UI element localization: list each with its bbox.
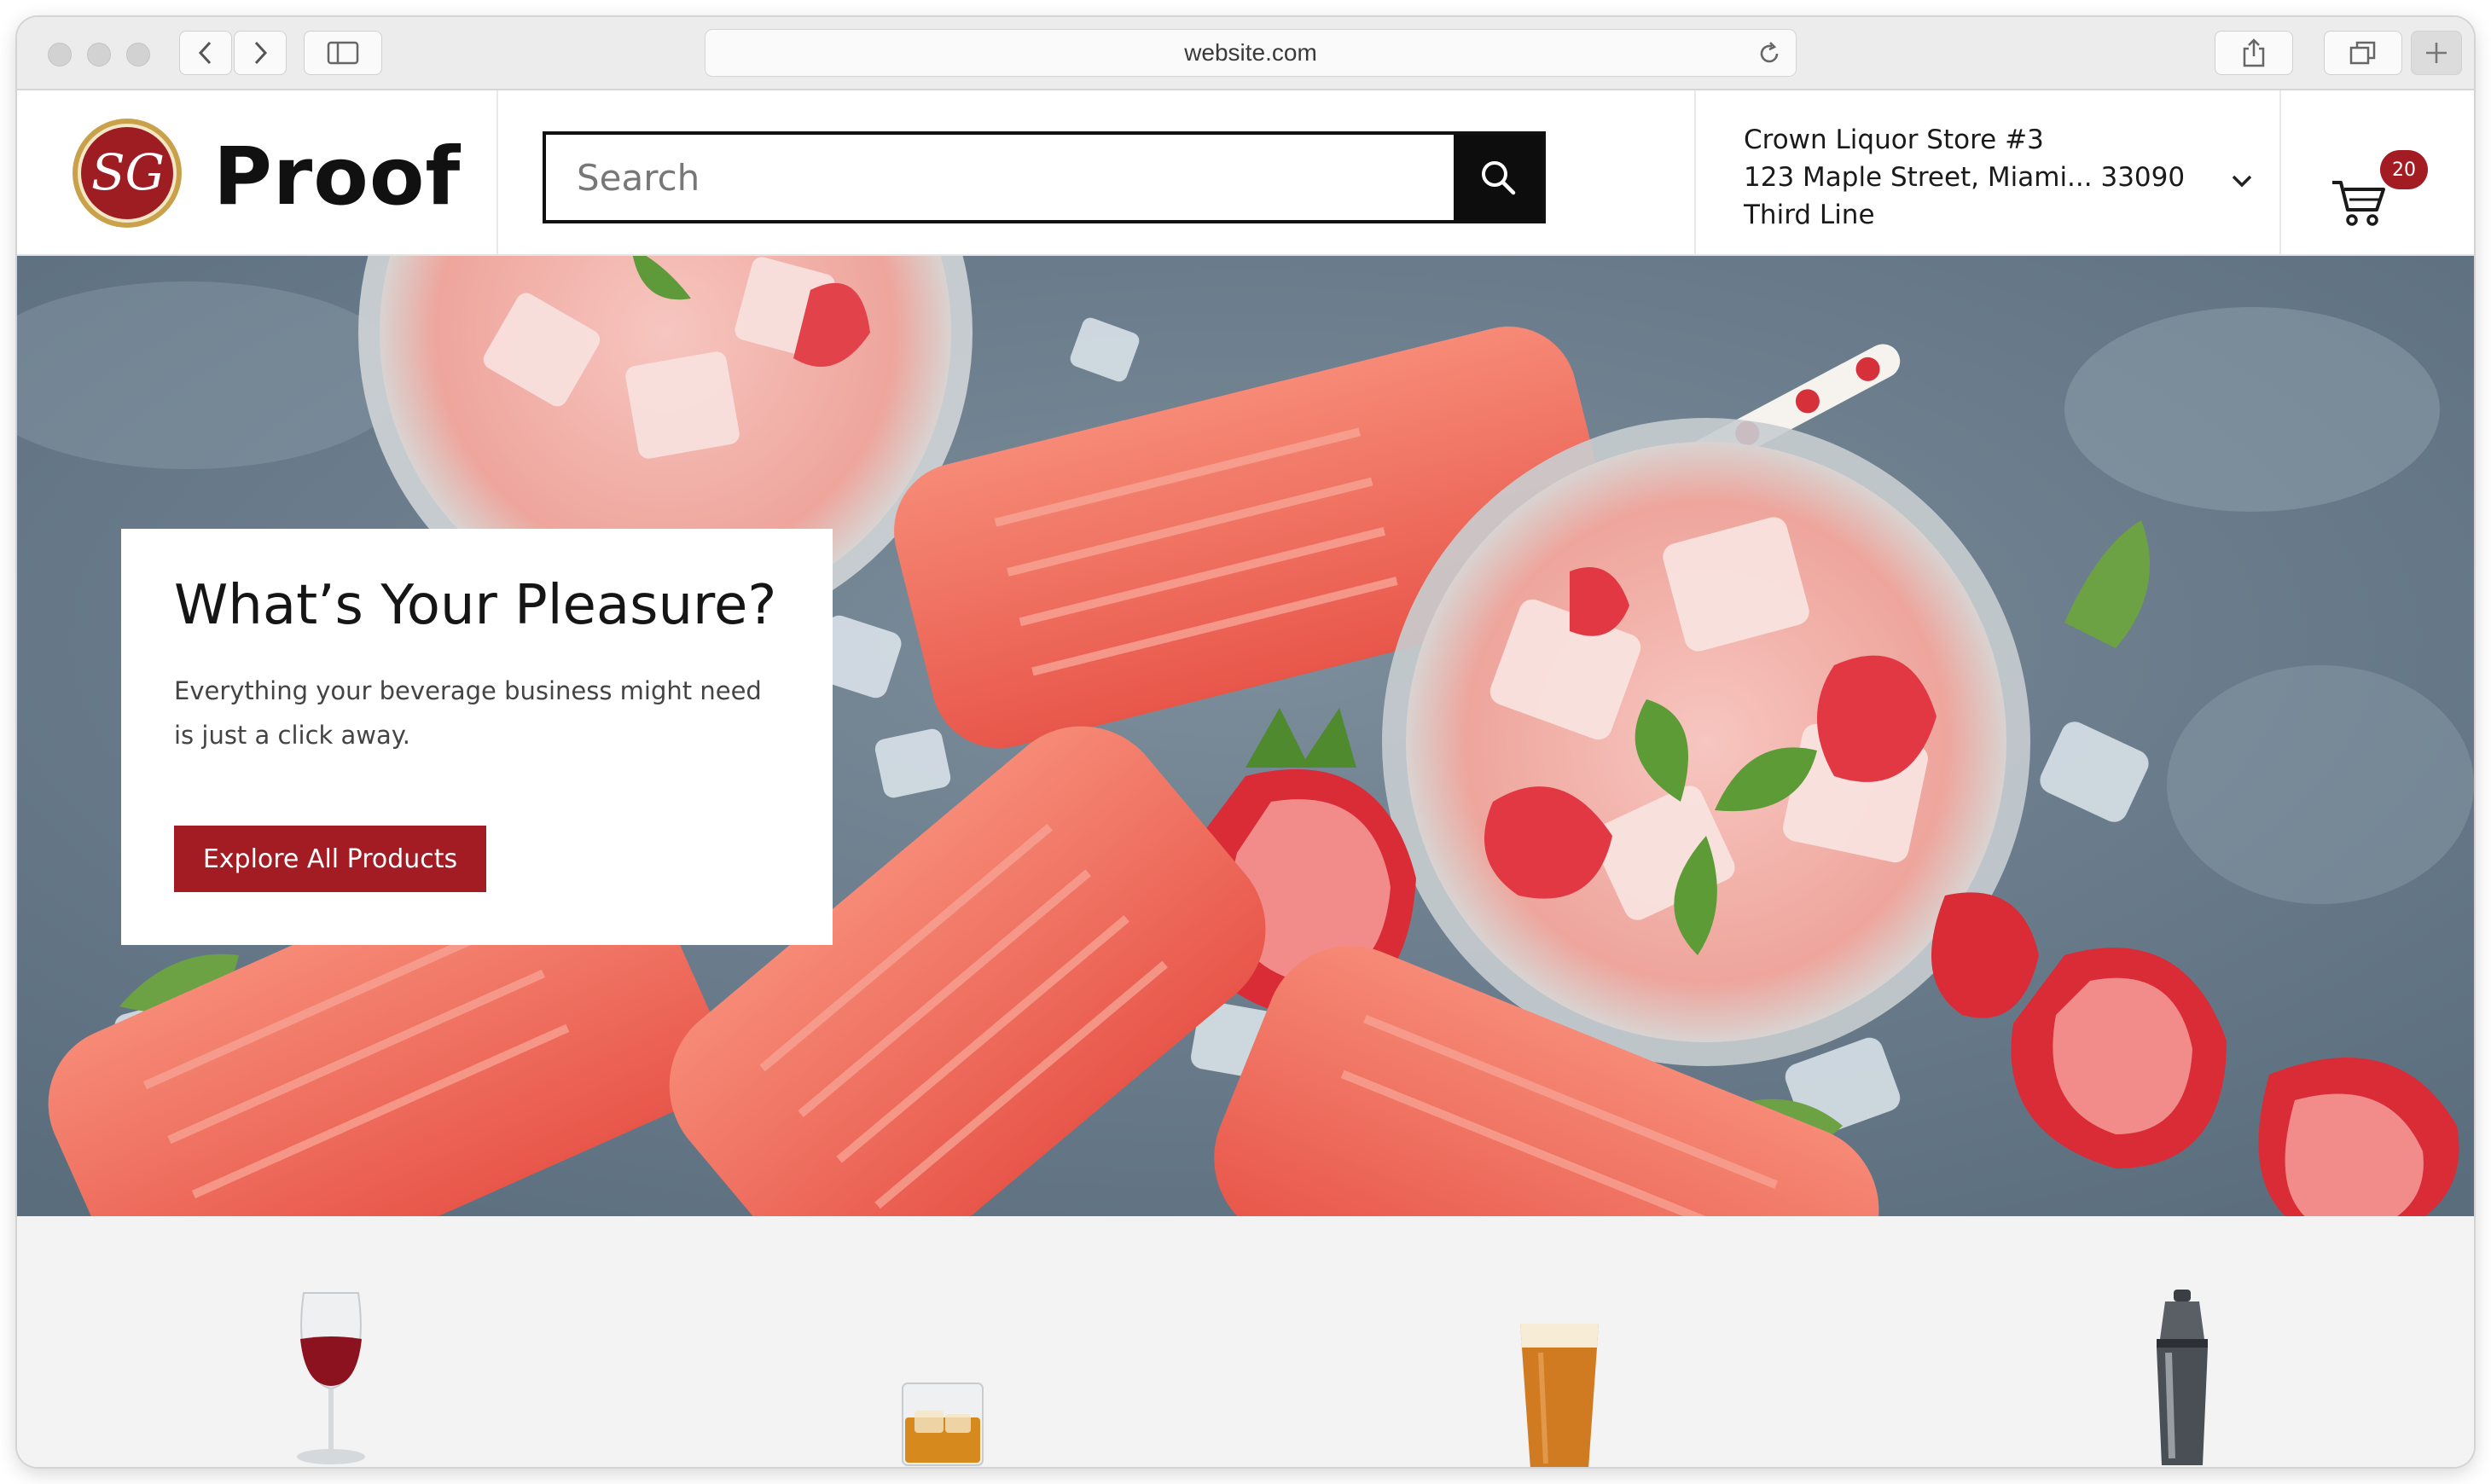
search-input[interactable]: [546, 135, 1450, 220]
browser-toolbar: website.com: [17, 17, 2474, 90]
site-header: SG Proof Crown Liquor Store #3 123 Maple…: [17, 90, 2474, 256]
reload-icon[interactable]: [1756, 41, 1782, 67]
whiskey-glass-icon[interactable]: [897, 1378, 988, 1467]
cart-count-badge: 20: [2380, 150, 2428, 189]
header-divider: [1694, 90, 1696, 254]
search-form: [543, 131, 1546, 223]
store-third-line: Third Line: [1744, 200, 1875, 230]
explore-all-products-button[interactable]: Explore All Products: [174, 826, 486, 892]
plus-icon: [2426, 43, 2447, 63]
tabs-overview-button[interactable]: [2324, 31, 2402, 75]
store-name: Crown Liquor Store #3: [1744, 125, 2044, 155]
wine-glass-icon[interactable]: [288, 1290, 374, 1467]
category-strip: [17, 1216, 2474, 1467]
zoom-window-button[interactable]: [126, 43, 150, 67]
sidebar-toggle-button[interactable]: [304, 31, 382, 75]
brand-name[interactable]: Proof: [213, 135, 461, 220]
address-bar[interactable]: website.com: [705, 29, 1797, 77]
tabs-icon: [2349, 41, 2376, 65]
share-button[interactable]: [2215, 31, 2293, 75]
search-button[interactable]: [1454, 135, 1542, 220]
chevron-left-icon: [198, 41, 212, 65]
minimize-window-button[interactable]: [87, 43, 111, 67]
store-selector[interactable]: Crown Liquor Store #3 123 Maple Street, …: [1744, 121, 2221, 234]
back-button[interactable]: [179, 31, 232, 75]
address-url: website.com: [1184, 39, 1317, 66]
store-address: 123 Maple Street, Miami... 33090: [1744, 162, 2186, 193]
hero-title: What’s Your Pleasure?: [174, 574, 777, 637]
chevron-down-icon[interactable]: [2230, 172, 2254, 189]
sidebar-icon: [327, 41, 359, 65]
new-tab-button[interactable]: [2411, 31, 2462, 75]
beer-glass-icon[interactable]: [1515, 1319, 1604, 1467]
cocktail-shaker-icon[interactable]: [2148, 1288, 2216, 1467]
chevron-right-icon: [254, 41, 268, 65]
brand-logo[interactable]: SG: [70, 116, 184, 234]
forward-button[interactable]: [234, 31, 287, 75]
browser-window: website.com SG Proof Search Crown Liquor…: [17, 17, 2474, 1467]
share-icon: [2243, 38, 2265, 67]
hero-banner: What’s Your Pleasure? Everything your be…: [17, 256, 2474, 1216]
header-divider: [496, 90, 498, 254]
sg-seal-logo-icon: SG: [73, 119, 182, 228]
cart-icon[interactable]: [2331, 177, 2387, 227]
hero-card: What’s Your Pleasure? Everything your be…: [121, 529, 833, 945]
hero-subtitle: Everything your beverage business might …: [174, 676, 762, 750]
brand-monogram: SG: [91, 143, 165, 201]
close-window-button[interactable]: [48, 43, 72, 67]
header-divider: [2279, 90, 2281, 254]
search-icon: [1482, 161, 1516, 195]
